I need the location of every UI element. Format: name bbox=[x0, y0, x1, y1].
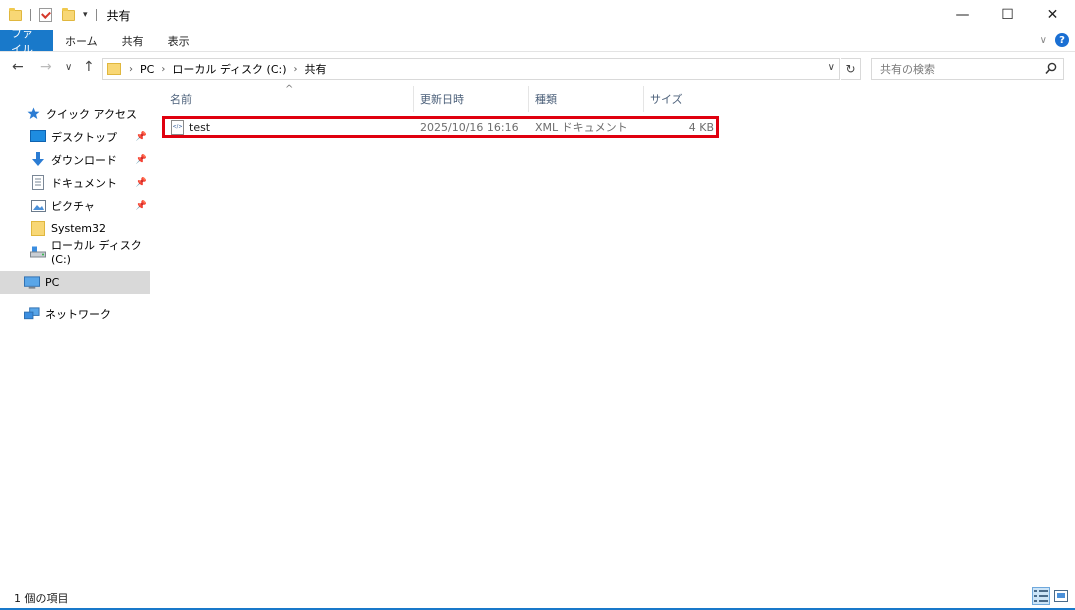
minimize-button[interactable]: — bbox=[940, 0, 985, 30]
picture-icon bbox=[30, 198, 46, 214]
tab-home[interactable]: ホーム bbox=[53, 30, 110, 51]
sidebar-item-label: PC bbox=[45, 276, 60, 289]
status-bar: 1 個の項目 bbox=[0, 585, 1075, 610]
column-header-label: 名前 bbox=[170, 93, 192, 106]
column-header-label: 種類 bbox=[535, 93, 557, 106]
window-controls: — ☐ ✕ bbox=[940, 0, 1075, 30]
ribbon-right-controls: ∨ ? bbox=[1040, 33, 1069, 47]
large-icons-view-button[interactable] bbox=[1052, 587, 1070, 605]
refresh-icon: ↻ bbox=[845, 62, 856, 76]
search-input[interactable] bbox=[880, 62, 1040, 76]
breadcrumb-local-disk[interactable]: ローカル ディスク (C:) bbox=[172, 61, 286, 77]
sidebar-item-label: デスクトップ bbox=[51, 130, 117, 144]
folder-icon bbox=[107, 63, 121, 75]
column-header-type[interactable]: 種類 bbox=[529, 86, 644, 112]
pin-icon[interactable]: 📌 bbox=[136, 155, 147, 165]
desktop-icon bbox=[30, 129, 46, 145]
column-header-label: サイズ bbox=[650, 93, 683, 106]
close-icon: ✕ bbox=[1046, 7, 1059, 23]
column-header-modified[interactable]: 更新日時 bbox=[414, 86, 529, 112]
refresh-button[interactable]: ↻ bbox=[841, 58, 861, 80]
file-modified: 2025/10/16 16:16 bbox=[420, 120, 519, 134]
forward-arrow-icon[interactable]: → bbox=[40, 59, 52, 75]
breadcrumb-pc[interactable]: PC bbox=[140, 63, 154, 76]
properties-icon[interactable] bbox=[39, 8, 52, 22]
folder-icon bbox=[30, 221, 46, 237]
tab-share[interactable]: 共有 bbox=[110, 30, 156, 51]
address-bar[interactable]: › PC › ローカル ディスク (C:) › 共有 ∨ bbox=[102, 58, 840, 80]
file-row-test[interactable]: </> test 2025/10/16 16:16 XML ドキュメント 4 K… bbox=[162, 116, 719, 138]
xml-file-icon: </> bbox=[171, 119, 184, 135]
sidebar-item-network[interactable]: ネットワーク bbox=[0, 302, 150, 325]
sidebar-item-desktop[interactable]: デスクトップ 📌 bbox=[0, 125, 150, 148]
maximize-button[interactable]: ☐ bbox=[985, 0, 1030, 30]
file-name: test bbox=[189, 120, 211, 134]
title-bar: ▾ 共有 — ☐ ✕ bbox=[0, 0, 1075, 30]
recent-locations-chevron-icon[interactable]: ∨ bbox=[65, 62, 72, 73]
toolbar-separator bbox=[30, 9, 31, 21]
sidebar-item-label: ネットワーク bbox=[45, 307, 111, 321]
sidebar-item-label: System32 bbox=[51, 222, 107, 235]
file-size: 4 KB bbox=[688, 120, 714, 134]
sidebar-item-label: ダウンロード bbox=[51, 153, 117, 167]
customize-toolbar-dropdown-icon[interactable]: ▾ bbox=[83, 10, 88, 20]
document-icon bbox=[30, 175, 46, 191]
tab-file[interactable]: ファイル bbox=[0, 27, 53, 56]
minimize-icon: — bbox=[955, 7, 970, 23]
details-view-icon bbox=[1034, 590, 1048, 602]
address-row: ← → ∨ ↑ › PC › ローカル ディスク (C:) › 共有 ∨ ↻ bbox=[0, 56, 1075, 82]
toolbar-separator bbox=[95, 9, 97, 21]
sidebar-item-quick-access[interactable]: クイック アクセス bbox=[0, 102, 150, 125]
back-arrow-icon[interactable]: ← bbox=[12, 59, 24, 75]
folder-icon bbox=[9, 7, 22, 21]
address-dropdown-chevron-icon[interactable]: ∨ bbox=[828, 62, 835, 73]
ribbon-tabs: ファイル ホーム 共有 表示 ∨ ? bbox=[0, 27, 1075, 56]
file-type: XML ドキュメント bbox=[535, 121, 628, 134]
breadcrumb-share[interactable]: 共有 bbox=[305, 61, 327, 77]
search-icon[interactable] bbox=[1045, 62, 1057, 76]
sidebar-item-local-disk[interactable]: ローカル ディスク (C:) bbox=[0, 239, 150, 266]
large-icons-view-icon bbox=[1054, 590, 1068, 602]
breadcrumb-separator-icon[interactable]: › bbox=[129, 64, 133, 75]
file-name-cell: </> test bbox=[171, 119, 210, 135]
network-icon bbox=[24, 306, 40, 322]
column-header-label: 更新日時 bbox=[420, 93, 464, 106]
help-icon[interactable]: ? bbox=[1055, 33, 1069, 47]
close-button[interactable]: ✕ bbox=[1030, 0, 1075, 30]
pc-icon bbox=[24, 275, 40, 291]
tab-view[interactable]: 表示 bbox=[156, 30, 202, 51]
drive-icon bbox=[30, 244, 46, 260]
expand-ribbon-chevron-icon[interactable]: ∨ bbox=[1040, 35, 1047, 46]
item-count: 1 個の項目 bbox=[14, 592, 69, 605]
maximize-icon: ☐ bbox=[1001, 7, 1014, 23]
sidebar-item-downloads[interactable]: ダウンロード 📌 bbox=[0, 148, 150, 171]
sidebar-item-documents[interactable]: ドキュメント 📌 bbox=[0, 171, 150, 194]
sidebar-item-label: ピクチャ bbox=[51, 199, 95, 213]
details-view-button[interactable] bbox=[1032, 587, 1050, 605]
breadcrumb-separator-icon[interactable]: › bbox=[294, 64, 298, 75]
pin-icon[interactable]: 📌 bbox=[136, 178, 147, 188]
navigation-pane: クイック アクセス デスクトップ 📌 ダウンロード 📌 ドキュメント 📌 ピクチ… bbox=[0, 96, 150, 586]
window-title: 共有 bbox=[106, 8, 131, 23]
up-arrow-icon[interactable]: ↑ bbox=[83, 59, 95, 75]
pin-icon[interactable]: 📌 bbox=[136, 132, 147, 142]
search-box[interactable] bbox=[871, 58, 1064, 80]
pin-icon[interactable]: 📌 bbox=[136, 201, 147, 211]
sort-ascending-caret-icon: ^ bbox=[285, 84, 294, 95]
column-header-size[interactable]: サイズ bbox=[644, 86, 720, 112]
new-folder-icon[interactable] bbox=[62, 7, 75, 21]
sidebar-item-pc[interactable]: PC bbox=[0, 271, 150, 294]
star-icon bbox=[25, 106, 41, 122]
breadcrumb-separator-icon[interactable]: › bbox=[161, 64, 165, 75]
sidebar-item-label: ローカル ディスク (C:) bbox=[51, 239, 142, 266]
sidebar-item-label: クイック アクセス bbox=[46, 107, 137, 121]
download-icon bbox=[30, 152, 46, 168]
sidebar-item-label: ドキュメント bbox=[51, 176, 117, 190]
sidebar-item-pictures[interactable]: ピクチャ 📌 bbox=[0, 194, 150, 217]
